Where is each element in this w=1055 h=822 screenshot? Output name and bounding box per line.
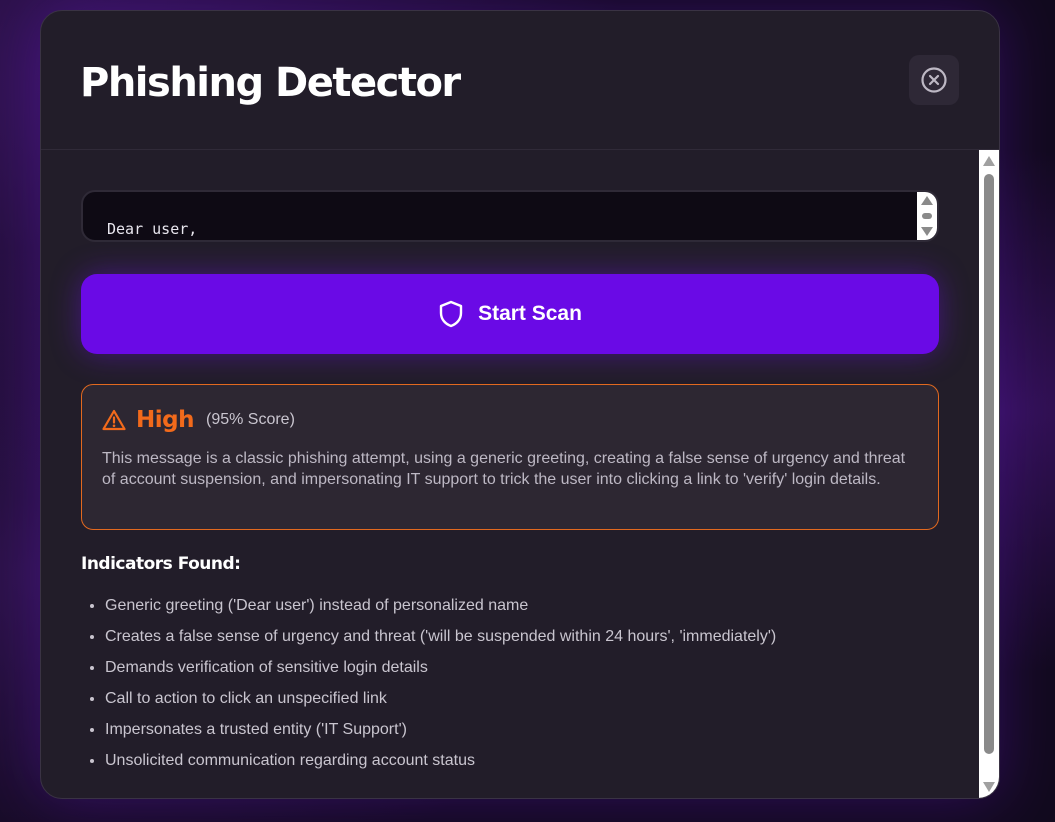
risk-score: (95% Score) — [205, 411, 295, 428]
scroll-thumb[interactable] — [984, 174, 994, 754]
list-item: Creates a false sense of urgency and thr… — [105, 621, 776, 652]
close-circle-icon — [921, 67, 947, 93]
list-item: Impersonates a trusted entity ('IT Suppo… — [105, 714, 776, 745]
close-button[interactable] — [909, 55, 959, 105]
indicator-list: Generic greeting ('Dear user') instead o… — [81, 590, 776, 776]
textarea-scroll-down-icon[interactable] — [921, 227, 933, 236]
list-item: Call to action to click an unspecified l… — [105, 683, 776, 714]
modal-title: Phishing Detector — [80, 60, 461, 106]
modal-header: Phishing Detector — [41, 11, 999, 150]
phishing-detector-modal: Phishing Detector Dear user, Your accoun… — [40, 10, 1000, 799]
result-summary: This message is a classic phishing attem… — [102, 450, 906, 488]
risk-row: High (95% Score) — [102, 407, 295, 433]
risk-level: High — [136, 407, 194, 433]
textarea-scroll-thumb[interactable] — [922, 213, 932, 219]
modal-content: Dear user, Your account will be suspende… — [41, 150, 979, 798]
list-item: Demands verification of sensitive login … — [105, 652, 776, 683]
shield-icon — [439, 300, 463, 328]
list-item: Unsolicited communication regarding acco… — [105, 745, 776, 776]
start-scan-button[interactable]: Start Scan — [81, 274, 939, 354]
warning-triangle-icon — [102, 409, 126, 431]
textarea-scroll-up-icon[interactable] — [921, 196, 933, 205]
scroll-up-icon[interactable] — [983, 156, 995, 166]
scroll-down-icon[interactable] — [983, 782, 995, 792]
textarea-scrollbar[interactable] — [917, 192, 937, 240]
modal-scrollbar[interactable] — [979, 150, 999, 798]
start-scan-label: Start Scan — [478, 302, 582, 325]
list-item: Generic greeting ('Dear user') instead o… — [105, 590, 776, 621]
message-text[interactable]: Dear user, Your account will be suspende… — [107, 218, 907, 240]
message-textarea[interactable]: Dear user, Your account will be suspende… — [81, 190, 939, 242]
result-card: High (95% Score) This message is a class… — [81, 384, 939, 530]
indicators-title: Indicators Found: — [81, 554, 241, 574]
